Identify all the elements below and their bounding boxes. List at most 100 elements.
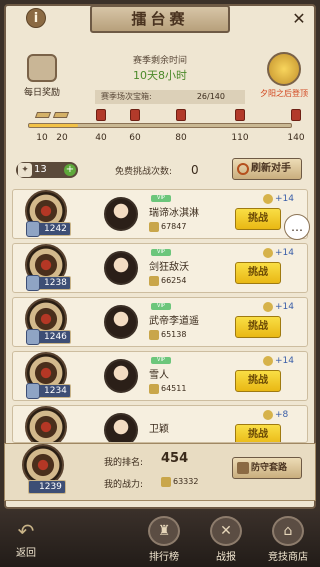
milestone-label: 20 — [56, 133, 68, 143]
reward-box-icon[interactable] — [130, 109, 140, 121]
gold-ingot-icon — [267, 52, 301, 86]
challenge-button[interactable]: 挑战 — [235, 424, 281, 442]
my-power-value: 63332 — [173, 477, 199, 486]
opponent-reward-value: +14 — [275, 194, 294, 204]
coin-icon — [263, 410, 273, 420]
vip-badge: VIP — [151, 249, 171, 256]
vip-badge: VIP — [151, 357, 171, 364]
opponent-power: 66254 — [149, 276, 187, 286]
milestone-label: 40 — [95, 133, 107, 143]
add-tokens-button[interactable]: + — [64, 164, 76, 176]
opponent-row: 卫颖 +8 挑战 — [12, 405, 308, 443]
coin-icon — [263, 194, 273, 204]
opponent-row: 1238 VIP 剑狂敌沃 66254 +14 挑战 — [12, 243, 308, 293]
page-title: 擂台赛 — [90, 5, 230, 33]
power-icon — [149, 276, 159, 286]
opponent-row: 1246 VIP 武帝李道遥 65138 +14 挑战 — [12, 297, 308, 347]
chest-progress-bar-label: 赛季场次宝箱: 26/140 — [95, 90, 245, 104]
opponent-power-value: 67847 — [161, 222, 187, 231]
my-rank-badge: 1239 — [28, 480, 66, 494]
reward-box-icon[interactable] — [291, 109, 301, 121]
opponent-rank: 1246 — [44, 332, 67, 342]
opponent-rank-badge: 1238 — [26, 275, 71, 291]
opponent-avatar[interactable] — [104, 305, 138, 339]
reward-box-icon[interactable] — [176, 109, 186, 121]
shield-icon — [26, 275, 40, 291]
season-progress-fill — [29, 124, 78, 127]
chat-icon[interactable]: … — [284, 214, 310, 240]
shield-icon — [26, 221, 40, 237]
my-rank-badge-value: 1239 — [39, 482, 62, 492]
opponent-name: 雪人 — [149, 370, 169, 381]
shop-icon: ⌂ — [272, 516, 304, 546]
opponent-rank-badge: 1234 — [26, 383, 71, 399]
book-icon — [237, 462, 249, 474]
opponent-reward-value: +14 — [275, 302, 294, 312]
opponent-power-value: 66254 — [161, 276, 187, 285]
leaderboard-button[interactable]: ♜ 排行榜 — [136, 514, 192, 564]
opponent-avatar[interactable] — [104, 197, 138, 231]
chest-progress-value: 26/140 — [196, 92, 225, 101]
season-remaining-time: 10天8小时 — [133, 69, 187, 82]
opponent-name: 剑狂敌沃 — [149, 262, 189, 273]
power-icon — [149, 384, 159, 394]
season-remaining-label: 赛季剩余时间 — [132, 56, 187, 66]
opponent-reward: +14 — [263, 194, 294, 204]
milestone-label: 60 — [129, 133, 141, 143]
opponent-row: 1234 VIP 雪人 64511 +14 挑战 — [12, 351, 308, 401]
daily-reward-button[interactable]: 每日奖励 — [14, 54, 70, 98]
leaderboard-label: 排行榜 — [149, 552, 179, 563]
key-icon[interactable] — [34, 112, 52, 118]
token-count: 13 — [34, 164, 47, 175]
opponent-name: 武帝李道遥 — [149, 316, 199, 327]
battle-report-button[interactable]: ✕ 战报 — [198, 514, 254, 564]
opponent-rank: 1234 — [44, 386, 67, 396]
opponent-rank: 1242 — [44, 224, 67, 234]
challenge-button[interactable]: 挑战 — [235, 370, 281, 392]
opponent-avatar[interactable] — [104, 413, 138, 442]
close-icon[interactable]: ✕ — [290, 10, 308, 28]
info-icon[interactable]: i — [26, 8, 46, 28]
opponent-reward: +14 — [263, 356, 294, 366]
season-top-reward[interactable]: 夕阳之后登顶 — [252, 52, 316, 99]
chest-icon — [27, 54, 57, 82]
coin-icon — [263, 302, 273, 312]
coin-icon — [263, 356, 273, 366]
key-icon[interactable] — [52, 112, 70, 118]
opponent-name: 瑞谛冰淇淋 — [149, 208, 199, 219]
defense-setup-button[interactable]: 防守套路 — [232, 457, 302, 479]
reward-box-icon[interactable] — [96, 109, 106, 121]
vip-badge: VIP — [151, 303, 171, 310]
milestone-label: 80 — [175, 133, 187, 143]
opponent-rank-badge: 1246 — [26, 329, 71, 345]
daily-reward-label: 每日奖励 — [23, 88, 60, 98]
power-icon — [149, 330, 159, 340]
opponent-rank-badge: 1242 — [26, 221, 71, 237]
refresh-icon — [237, 163, 249, 175]
opponent-reward-value: +14 — [275, 248, 294, 258]
arena-shop-button[interactable]: ⌂ 竞技商店 — [260, 514, 316, 564]
chest-progress-label: 赛季场次宝箱: — [101, 92, 152, 101]
challenge-button[interactable]: 挑战 — [235, 208, 281, 230]
back-button[interactable]: ↶ 返回 — [6, 514, 46, 564]
opponent-avatar[interactable] — [104, 359, 138, 393]
my-rank-label: 我的排名: — [104, 458, 144, 468]
opponent-power: 67847 — [149, 222, 187, 232]
opponent-avatar[interactable] — [104, 251, 138, 285]
challenge-button[interactable]: 挑战 — [235, 262, 281, 284]
free-challenges: 免费挑战次数: 0 — [115, 163, 199, 177]
opponent-reward-value: +8 — [275, 410, 289, 420]
opponent-reward: +14 — [263, 248, 294, 258]
power-icon — [161, 477, 171, 487]
shield-icon — [26, 329, 40, 345]
challenge-token-counter: ✦ 13 + — [16, 162, 78, 178]
battle-report-label: 战报 — [216, 552, 236, 563]
challenge-button[interactable]: 挑战 — [235, 316, 281, 338]
opponent-reward: +14 — [263, 302, 294, 312]
refresh-opponents-button[interactable]: 刷新对手 — [232, 158, 302, 180]
season-progress-track — [28, 123, 292, 128]
token-icon: ✦ — [18, 163, 32, 177]
opponent-power-value: 65138 — [161, 330, 187, 339]
my-power-label: 我的战力: — [104, 480, 144, 490]
reward-box-icon[interactable] — [235, 109, 245, 121]
